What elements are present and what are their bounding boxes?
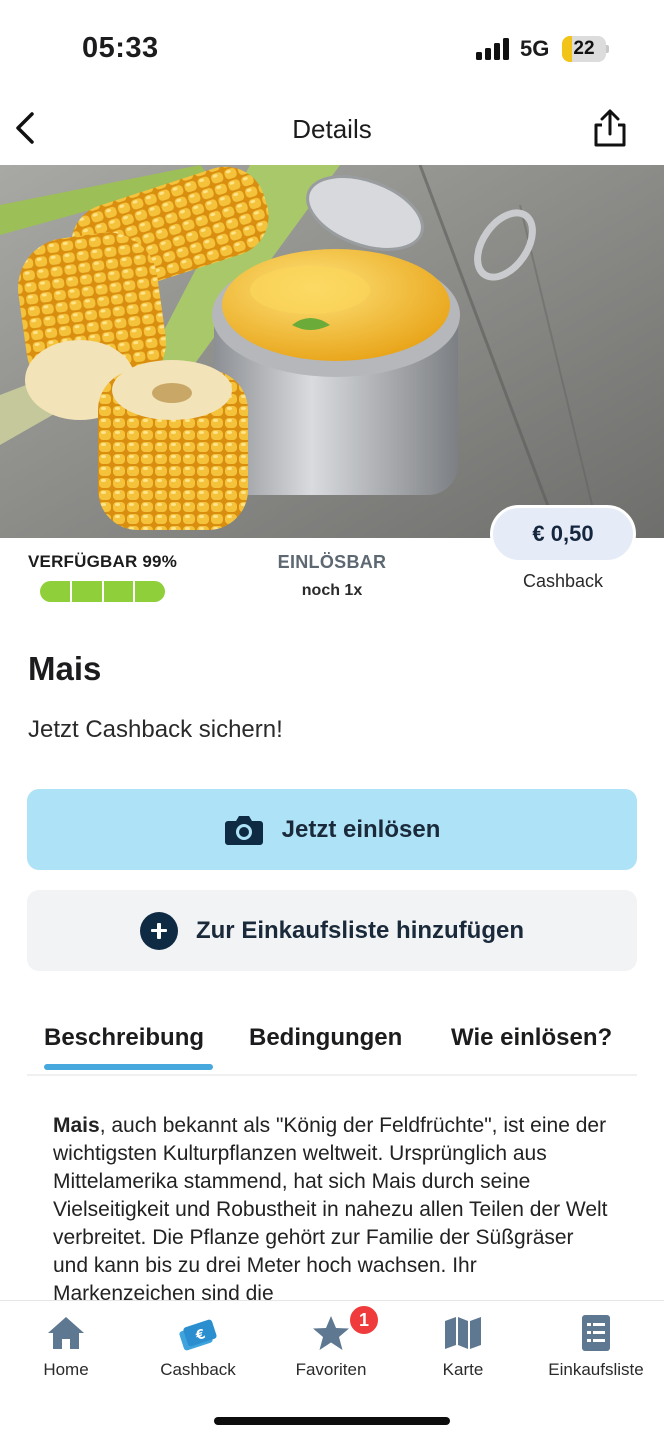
tab-bar-cashback[interactable]: € Cashback [132,1301,264,1401]
tab-bar-shopping-list[interactable]: Einkaufsliste [530,1301,662,1401]
tab-description[interactable]: Beschreibung [44,1024,204,1052]
cashback-icon: € [179,1319,217,1351]
redeemable-label: EINLÖSBAR [277,552,387,572]
tab-bar-map-label: Karte [442,1360,484,1379]
tab-bar-map[interactable]: Karte [397,1301,529,1401]
map-icon [445,1317,481,1349]
status-bar: 05:33 5G 22 [0,0,664,96]
description-lead: Mais [53,1114,100,1137]
availability-segment [135,581,165,602]
cashback-label: Cashback [522,571,604,591]
redeem-button-label: Jetzt einlösen [281,815,441,843]
page-title: Details [292,114,372,144]
description-text: Mais, auch bekannt als "König der Feldfr… [53,1112,613,1308]
tab-bar-shopping-list-label: Einkaufsliste [548,1360,644,1379]
battery-tip [606,45,609,53]
availability-segment [72,581,104,602]
description-body: , auch bekannt als "König der Feldfrücht… [53,1114,608,1305]
availability-segment [40,581,72,602]
battery-icon: 22 [562,36,606,62]
corn-photo [0,165,664,538]
nav-bar: Details [0,96,664,164]
tab-active-indicator [44,1064,213,1070]
availability-bar [40,581,165,602]
favorites-badge: 1 [348,1304,380,1336]
redeem-button[interactable]: Jetzt einlösen [27,789,637,870]
tab-bar-cashback-label: Cashback [160,1360,236,1379]
availability-segment [104,581,136,602]
share-icon[interactable] [592,108,628,148]
product-subtitle: Jetzt Cashback sichern! [28,716,283,743]
add-to-list-button[interactable]: Zur Einkaufsliste hinzufügen [27,890,637,971]
product-image [0,165,664,538]
home-icon [48,1317,84,1349]
star-icon [313,1316,349,1350]
cashback-amount: € 0,50 [490,505,636,563]
network-type: 5G [520,36,550,61]
tab-bar-home-label: Home [43,1360,89,1379]
home-indicator [214,1417,450,1425]
battery-percent: 22 [573,38,595,59]
redeemable-count: noch 1x [301,582,363,599]
signal-icon [476,38,509,60]
plus-circle-icon [139,911,178,950]
list-icon [582,1315,610,1351]
product-title: Mais [28,650,102,687]
add-to-list-label: Zur Einkaufsliste hinzufügen [195,916,525,944]
tab-conditions[interactable]: Bedingungen [249,1024,402,1052]
tab-bar-favorites-label: Favoriten [295,1360,367,1379]
tab-strip: Beschreibung Bedingungen Wie einlösen? [27,1020,637,1076]
availability-label: VERFÜGBAR 99% [28,552,178,571]
tab-how-to-redeem[interactable]: Wie einlösen? [451,1024,612,1052]
status-time: 05:33 [82,32,159,64]
camera-icon [224,815,263,845]
tab-bar-home[interactable]: Home [0,1301,132,1401]
